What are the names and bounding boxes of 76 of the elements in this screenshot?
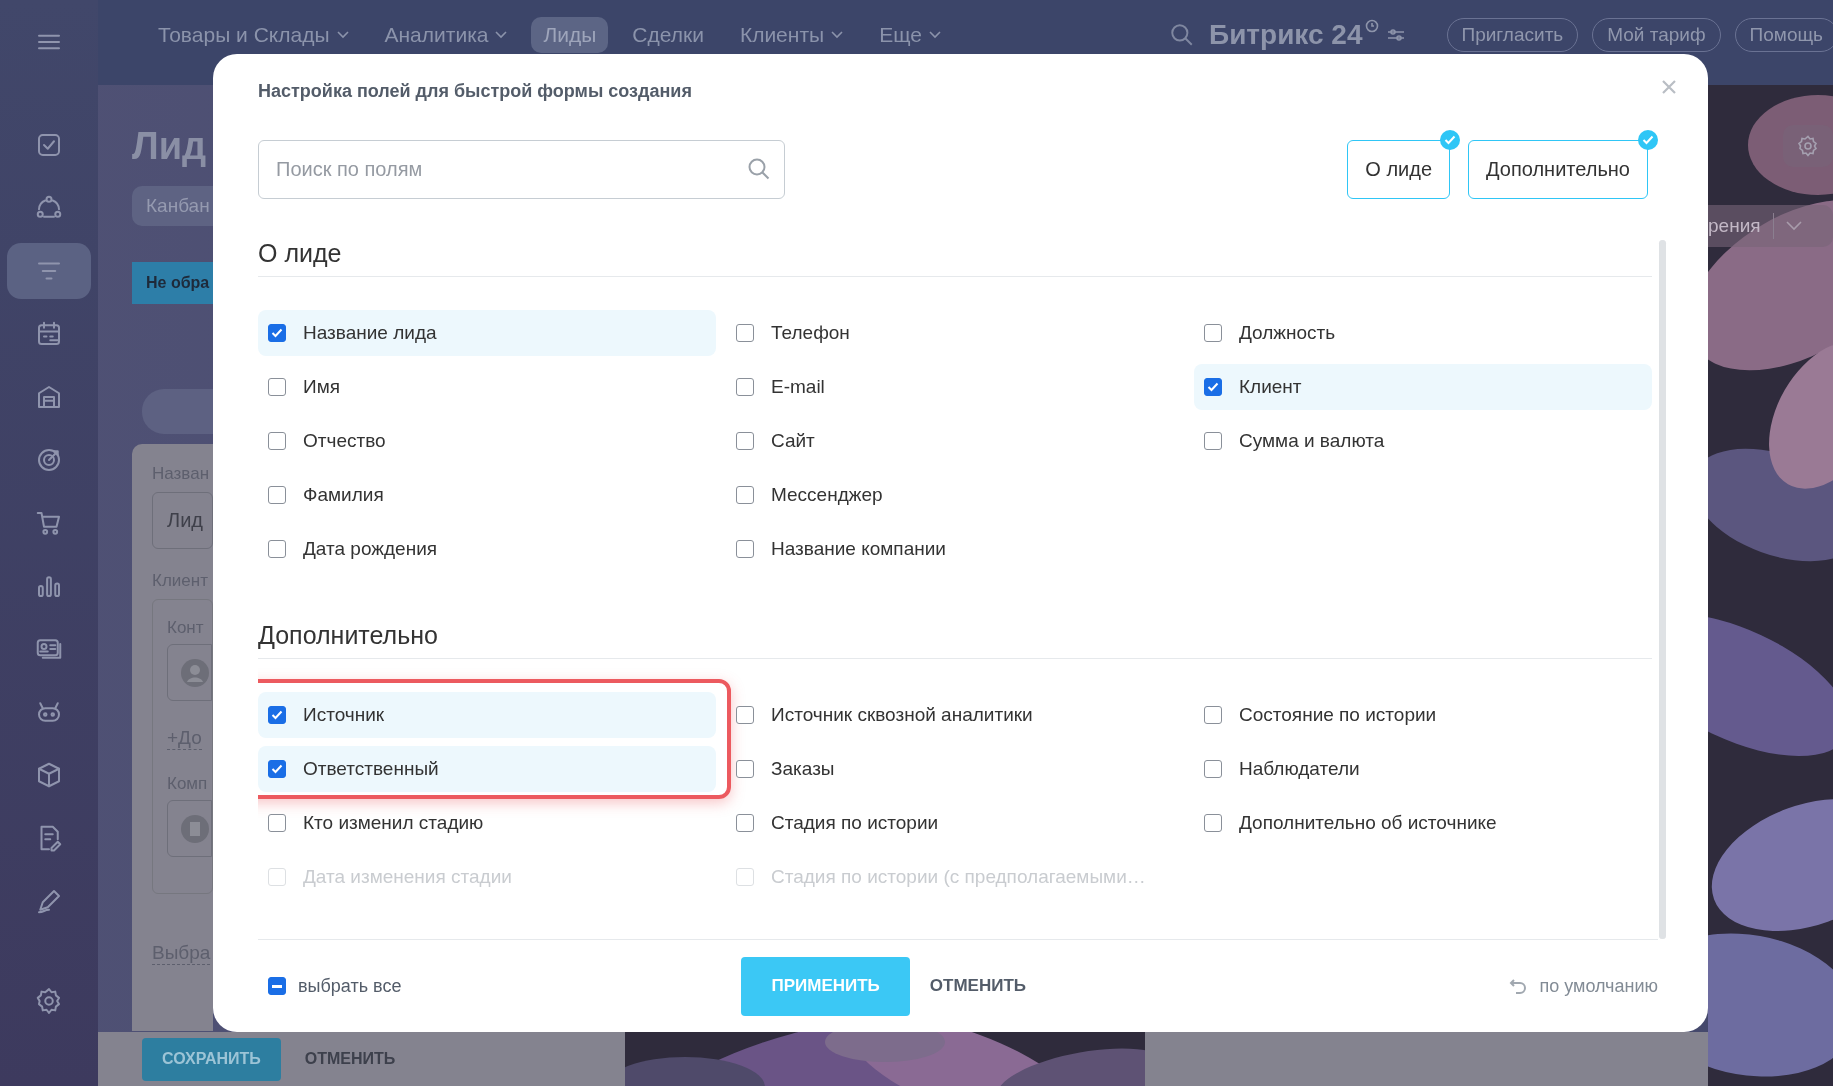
section-toggle[interactable]: О лиде [1347, 139, 1451, 199]
checkbox[interactable] [1204, 378, 1222, 396]
field-option[interactable]: Источник сквозной аналитики [726, 692, 1184, 738]
quick-add-field[interactable] [142, 389, 213, 434]
field-option[interactable]: E-mail [726, 364, 1184, 410]
field-option[interactable]: Клиент [1194, 364, 1652, 410]
checkbox[interactable] [736, 432, 754, 450]
checkbox[interactable] [736, 760, 754, 778]
avatar-icon [180, 657, 210, 688]
checkbox[interactable] [268, 977, 286, 995]
checkbox[interactable] [268, 814, 286, 832]
field-option[interactable]: Кто изменил стадию [258, 800, 716, 846]
company-field[interactable] [167, 800, 212, 857]
checkbox[interactable] [268, 486, 286, 504]
logo: Битрикс 24 [1209, 19, 1363, 51]
section-heading: Дополнительно [258, 612, 1652, 659]
sliders-icon[interactable] [1386, 27, 1405, 43]
field-option[interactable]: Мессенджер [726, 472, 1184, 518]
scrollbar[interactable] [1659, 240, 1666, 939]
check-icon [1638, 129, 1658, 150]
field-option[interactable]: Название лида [258, 310, 716, 356]
checkbox[interactable] [1204, 814, 1222, 832]
close-icon[interactable] [1662, 80, 1676, 94]
checkbox[interactable] [1204, 432, 1222, 450]
field-option[interactable]: Ответственный [258, 746, 716, 792]
checkbox[interactable] [1204, 706, 1222, 724]
field-option[interactable]: Название компании [726, 526, 1184, 572]
view-menu[interactable]: рения [1708, 205, 1833, 247]
field-option[interactable]: Сайт [726, 418, 1184, 464]
field-option[interactable]: Должность [1194, 310, 1652, 356]
checkbox[interactable] [736, 814, 754, 832]
section-toggle[interactable]: Дополнительно [1468, 139, 1648, 199]
page-title: Лид [132, 125, 208, 168]
sidebar-item[interactable] [7, 243, 91, 299]
clock-icon [1364, 19, 1379, 33]
checkbox[interactable] [268, 378, 286, 396]
chevron-icon [1786, 221, 1803, 231]
cancel-button[interactable]: ОТМЕНИТЬ [913, 956, 1043, 1016]
checkbox[interactable] [268, 540, 286, 558]
search-icon [747, 156, 771, 181]
checkbox[interactable] [736, 486, 754, 504]
checkbox[interactable] [268, 760, 286, 778]
checkbox[interactable] [268, 432, 286, 450]
column-header: Не обра [132, 262, 213, 304]
field-option[interactable]: Отчество [258, 418, 716, 464]
search-icon[interactable] [1169, 22, 1195, 48]
field-option[interactable]: Стадия по истории [726, 800, 1184, 846]
field-option[interactable]: Наблюдатели [1194, 746, 1652, 792]
check-icon [1440, 129, 1461, 150]
building-icon [180, 813, 210, 844]
contact-field[interactable] [167, 644, 212, 701]
minus-icon [272, 984, 282, 988]
undo-icon [1509, 977, 1528, 995]
field-option[interactable]: Имя [258, 364, 716, 410]
checkbox[interactable] [736, 540, 754, 558]
dialog-title: Настройка полей для быстрой формы создания [258, 80, 692, 102]
checkbox[interactable] [268, 706, 286, 724]
section-heading: О лиде [258, 230, 1652, 277]
checkbox[interactable] [736, 378, 754, 396]
settings-icon [1796, 134, 1820, 158]
field-option[interactable]: Дата рождения [258, 526, 716, 572]
field-option[interactable]: Телефон [726, 310, 1184, 356]
checkbox[interactable] [268, 324, 286, 342]
checkbox[interactable] [1204, 324, 1222, 342]
search-field[interactable]: Поиск по полям [258, 139, 785, 199]
field-option[interactable]: Дополнительно об источнике [1194, 800, 1652, 846]
field-option[interactable]: Состояние по истории [1194, 692, 1652, 738]
checkbox[interactable] [736, 706, 754, 724]
settings-button[interactable] [1783, 125, 1833, 167]
checkbox[interactable] [1204, 760, 1222, 778]
field-option[interactable]: Сумма и валюта [1194, 418, 1652, 464]
field-option[interactable]: Заказы [726, 746, 1184, 792]
select-all-option[interactable]: выбрать все [258, 975, 402, 997]
field-option[interactable]: Источник [258, 692, 716, 738]
checkbox[interactable] [736, 324, 754, 342]
field-option[interactable]: Фамилия [258, 472, 716, 518]
